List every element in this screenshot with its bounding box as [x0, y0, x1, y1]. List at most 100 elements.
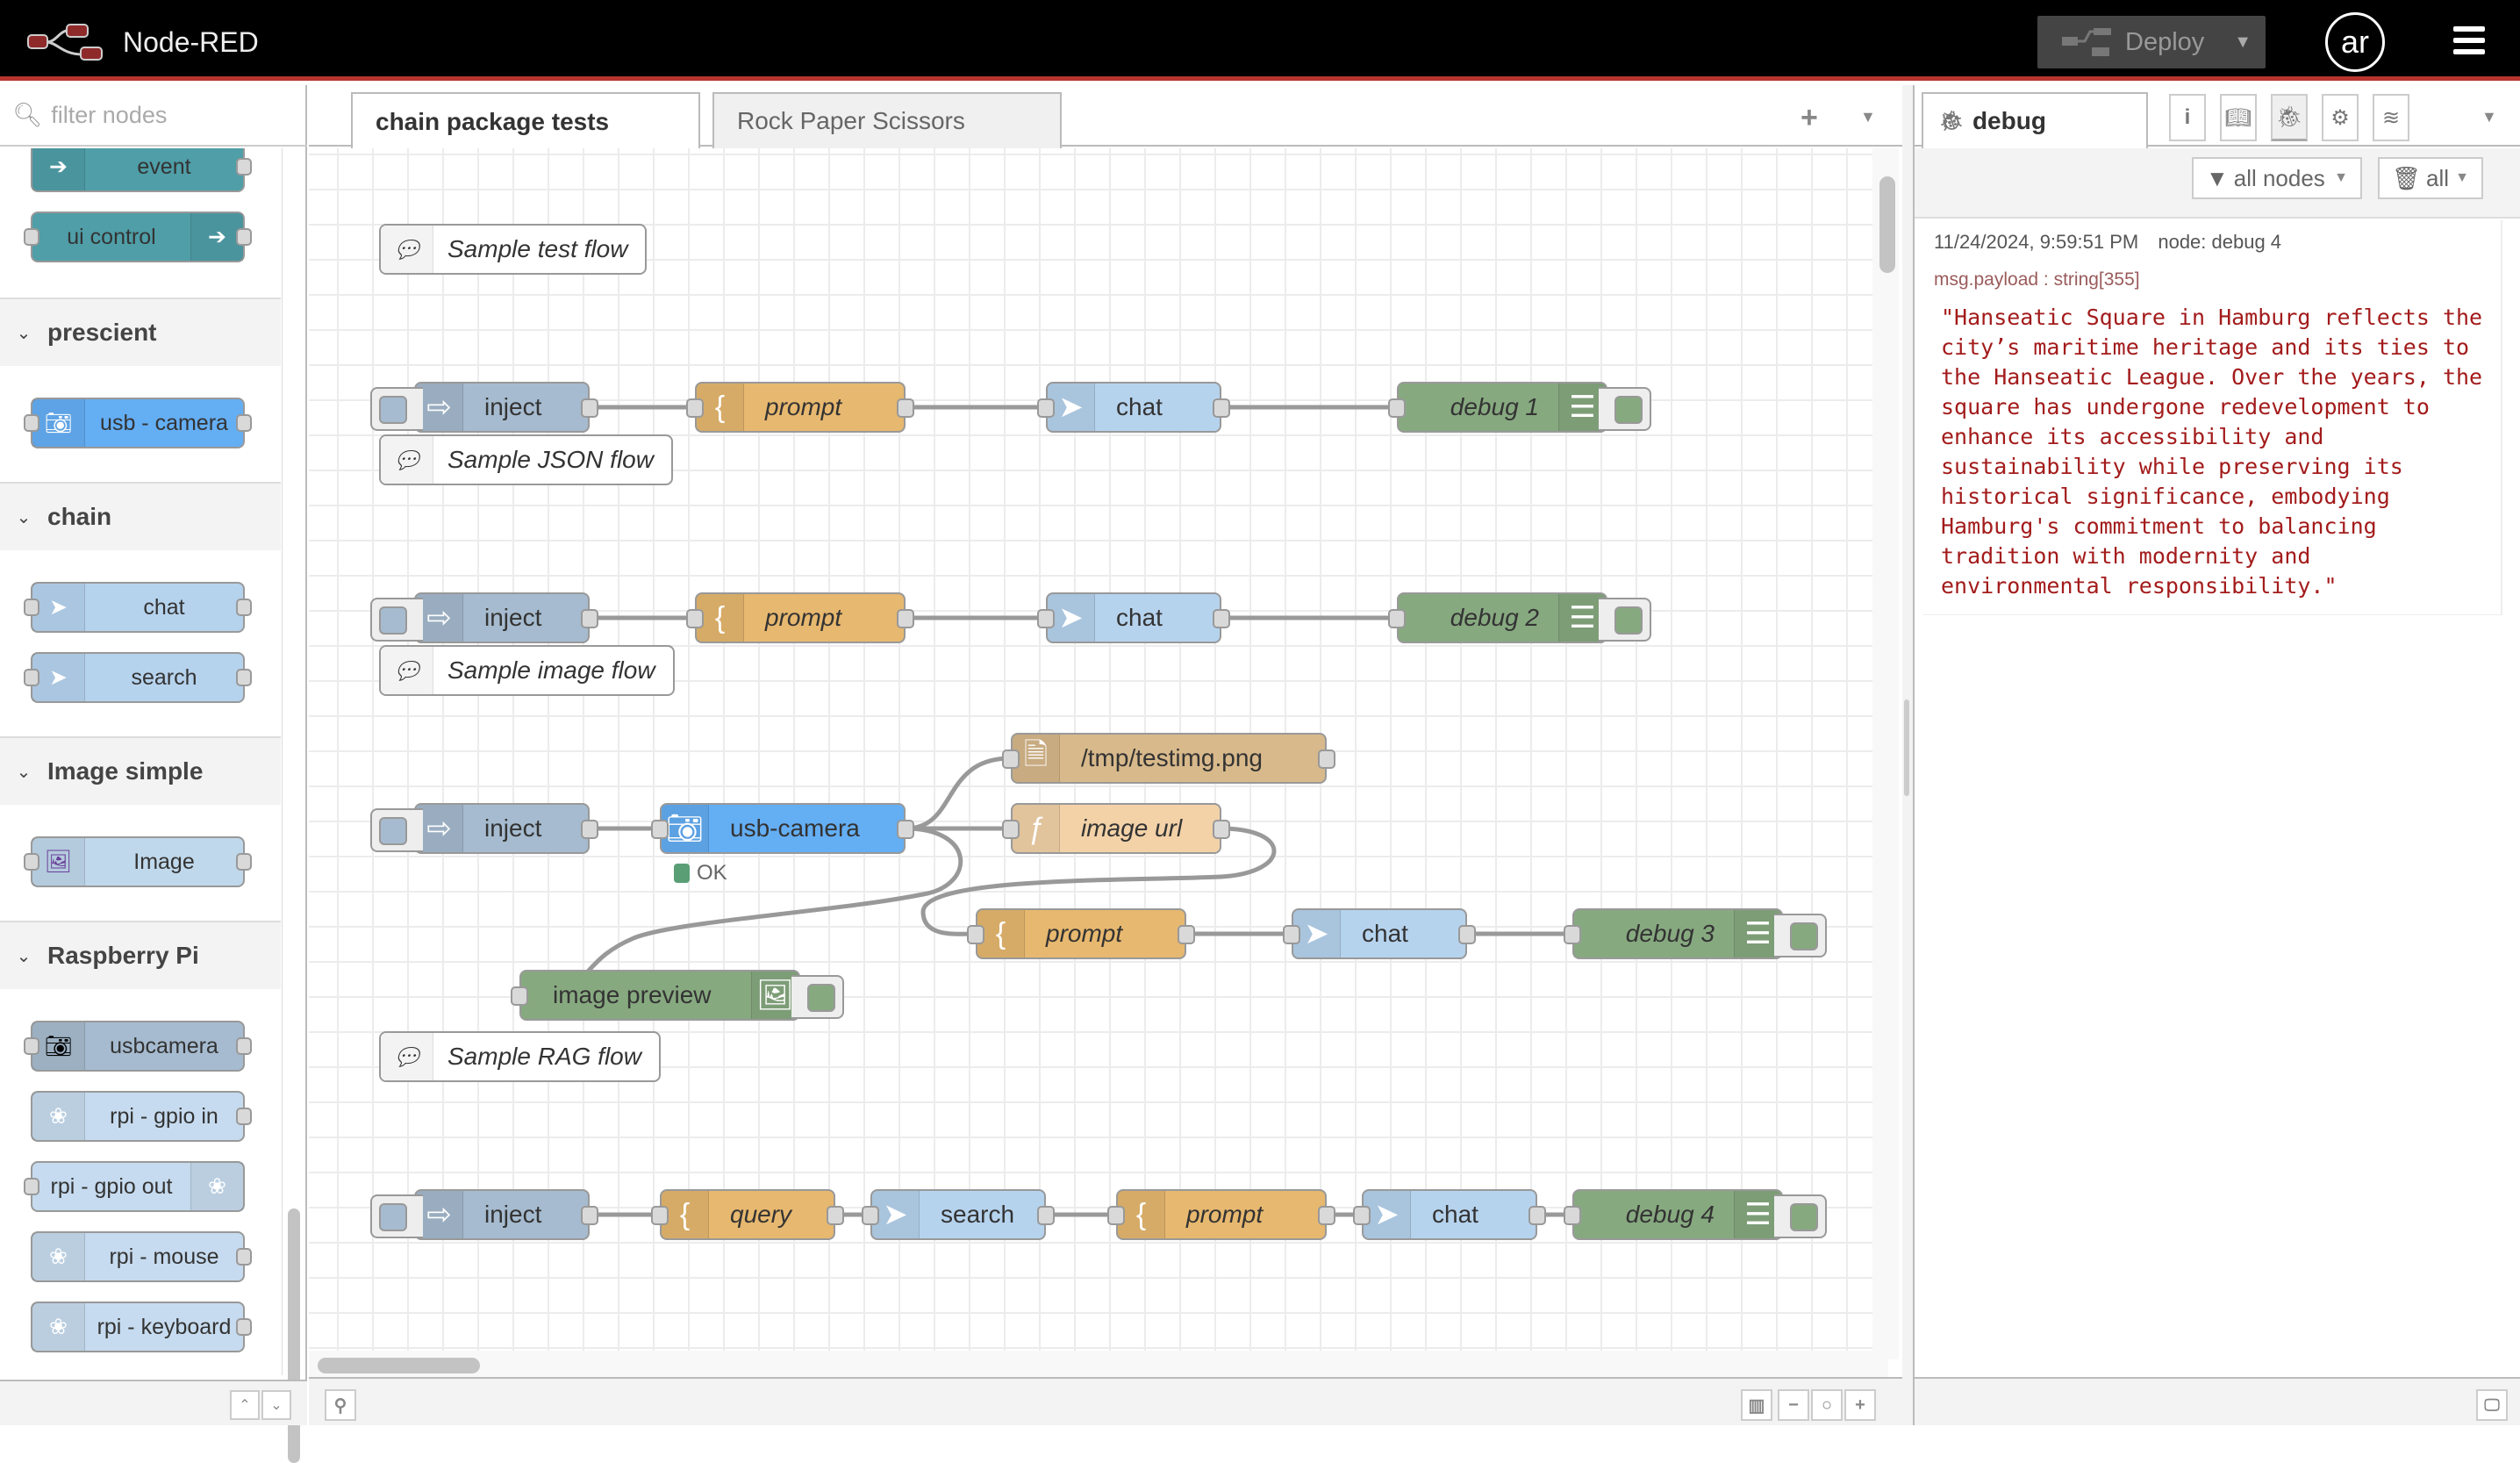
palette-node-rpi-gpio-out[interactable]: rpi - gpio out ❀ [24, 1161, 245, 1212]
search-node[interactable]: ➤ search [862, 1189, 1055, 1240]
palette-node-rpi-gpio-in[interactable]: ❀ rpi - gpio in [31, 1091, 252, 1142]
input-port[interactable] [1037, 398, 1055, 418]
filter-nodes-input[interactable] [51, 101, 297, 129]
sidebar-resize-handle[interactable] [1902, 85, 1913, 1425]
add-flow-icon[interactable]: + [1801, 101, 1818, 135]
chat-node[interactable]: ➤ chat [1283, 908, 1476, 959]
palette-node-ui-control[interactable]: ui control ➔ [24, 212, 252, 262]
file-write-node[interactable]: 🗎︎ /tmp/testimg.png [1002, 733, 1335, 784]
comment-node[interactable]: 💬︎ Sample test flow [379, 224, 648, 275]
palette-node-image[interactable]: 🖼︎ Image [24, 836, 252, 887]
output-port[interactable] [827, 1206, 844, 1225]
input-port[interactable] [511, 986, 528, 1006]
chat-node[interactable]: ➤ chat [1037, 382, 1230, 433]
info-icon[interactable]: i [2169, 94, 2206, 141]
message-node[interactable]: node: debug 4 [2158, 231, 2281, 253]
output-port[interactable] [581, 398, 598, 418]
inject-node[interactable]: ⇨ inject [370, 382, 598, 433]
output-port[interactable] [1528, 1206, 1546, 1225]
tab-chain-package-tests[interactable]: chain package tests [351, 92, 700, 150]
flow-canvas[interactable]: 💬︎ Sample test flow ⇨ inject { prompt ➤ … [309, 148, 1888, 1351]
output-port[interactable] [1213, 820, 1230, 839]
palette-node-search[interactable]: ➤ search [24, 652, 252, 703]
comment-node[interactable]: 💬︎ Sample RAG flow [379, 1031, 661, 1082]
palette-node-rpi-keyboard[interactable]: ❀ rpi - keyboard [31, 1302, 252, 1352]
output-port[interactable] [1458, 925, 1476, 944]
input-port[interactable] [1002, 820, 1020, 839]
input-port[interactable] [1037, 609, 1055, 628]
debug-toggle-button[interactable] [1774, 1194, 1827, 1238]
filter-nodes-dropdown[interactable]: ▼ all nodes ▼ [2192, 157, 2362, 199]
comment-node[interactable]: 💬︎ Sample JSON flow [379, 434, 673, 485]
category-prescient[interactable]: ⌄ prescient [0, 298, 281, 366]
palette-node-event[interactable]: ➔ event [31, 148, 252, 192]
prompt-template-node[interactable]: { prompt [686, 592, 914, 643]
inject-node[interactable]: ⇨ inject [370, 1189, 598, 1240]
input-port[interactable] [1564, 1206, 1581, 1225]
palette-node-usbcamera[interactable]: 📷︎ usbcamera [24, 1021, 252, 1072]
message-path[interactable]: msg.payload : string[355] [1934, 269, 2490, 290]
preview-toggle-button[interactable] [791, 975, 844, 1019]
debug-node[interactable]: debug 3 ☰ [1564, 908, 1827, 959]
inject-node[interactable]: ⇨ inject [370, 803, 598, 854]
input-port[interactable] [1353, 1206, 1371, 1225]
output-port[interactable] [581, 609, 598, 628]
category-image-simple[interactable]: ⌄ Image simple [0, 736, 281, 805]
sidebar-menu-caret-icon[interactable]: ▼ [2481, 108, 2497, 126]
prompt-template-node[interactable]: { prompt [967, 908, 1195, 959]
output-port[interactable] [581, 820, 598, 839]
output-port[interactable] [1318, 1206, 1335, 1225]
image-preview-node[interactable]: image preview 🖼︎ [511, 970, 844, 1021]
zoom-reset-icon[interactable]: ○ [1811, 1389, 1843, 1421]
chat-node[interactable]: ➤ chat [1037, 592, 1230, 643]
clear-messages-dropdown[interactable]: 🗑︎ all ▼ [2378, 157, 2483, 199]
monitor-popout-icon[interactable]: 🖵︎ [2476, 1389, 2508, 1421]
context-data-icon[interactable]: ≋ [2373, 94, 2409, 141]
user-avatar[interactable]: ar [2325, 12, 2385, 72]
flow-list-caret-icon[interactable]: ▼ [1860, 108, 1876, 126]
debug-toggle-button[interactable] [1599, 598, 1651, 642]
input-port[interactable] [651, 1206, 669, 1225]
output-port[interactable] [581, 1206, 598, 1225]
main-menu-icon[interactable] [2453, 26, 2485, 54]
comment-node[interactable]: 💬︎ Sample image flow [379, 645, 675, 696]
palette-node-usb-camera[interactable]: 📷︎ usb - camera [24, 398, 252, 448]
input-port[interactable] [1107, 1206, 1125, 1225]
output-port[interactable] [1213, 398, 1230, 418]
input-port[interactable] [686, 609, 704, 628]
debug-message[interactable]: 11/24/2024, 9:59:51 PM node: debug 4 msg… [1923, 220, 2502, 615]
output-port[interactable] [1213, 609, 1230, 628]
category-chain[interactable]: ⌄ chain [0, 482, 281, 550]
input-port[interactable] [967, 925, 984, 944]
palette-node-chat[interactable]: ➤ chat [24, 582, 252, 633]
search-flows-icon[interactable]: ⚲ [325, 1389, 356, 1421]
prompt-template-node[interactable]: { prompt [686, 382, 914, 433]
chat-node[interactable]: ➤ chat [1353, 1189, 1546, 1240]
canvas-vertical-scrollbar[interactable] [1879, 176, 1895, 273]
help-book-icon[interactable]: 📖︎ [2220, 94, 2257, 141]
debug-bug-icon[interactable]: 🐞︎ [2271, 94, 2308, 141]
navigator-map-icon[interactable]: ▥ [1741, 1389, 1772, 1421]
debug-toggle-button[interactable] [1599, 387, 1651, 431]
input-port[interactable] [1564, 925, 1581, 944]
input-port[interactable] [1002, 749, 1020, 769]
palette-node-rpi-mouse[interactable]: ❀ rpi - mouse [31, 1231, 252, 1282]
output-port[interactable] [897, 398, 914, 418]
gear-icon[interactable]: ⚙ [2322, 94, 2359, 141]
category-raspberry-pi[interactable]: ⌄ Raspberry Pi [0, 921, 281, 989]
prompt-template-node[interactable]: { prompt [1107, 1189, 1335, 1240]
inject-button[interactable] [370, 387, 423, 431]
output-port[interactable] [1037, 1206, 1055, 1225]
inject-node[interactable]: ⇨ inject [370, 592, 598, 643]
canvas-horizontal-scrollbar[interactable] [318, 1358, 480, 1373]
input-port[interactable] [1388, 609, 1406, 628]
usb-camera-node[interactable]: 📷︎ usb-camera [651, 803, 914, 854]
deploy-menu-caret-icon[interactable]: ▼ [2234, 16, 2252, 68]
palette-filter[interactable]: 🔍︎ [0, 85, 307, 147]
function-node[interactable]: ƒ image url [1002, 803, 1230, 854]
inject-button[interactable] [370, 598, 423, 642]
output-port[interactable] [897, 609, 914, 628]
query-template-node[interactable]: { query [651, 1189, 844, 1240]
output-port[interactable] [1178, 925, 1195, 944]
debug-node[interactable]: debug 2 ☰ [1388, 592, 1651, 643]
